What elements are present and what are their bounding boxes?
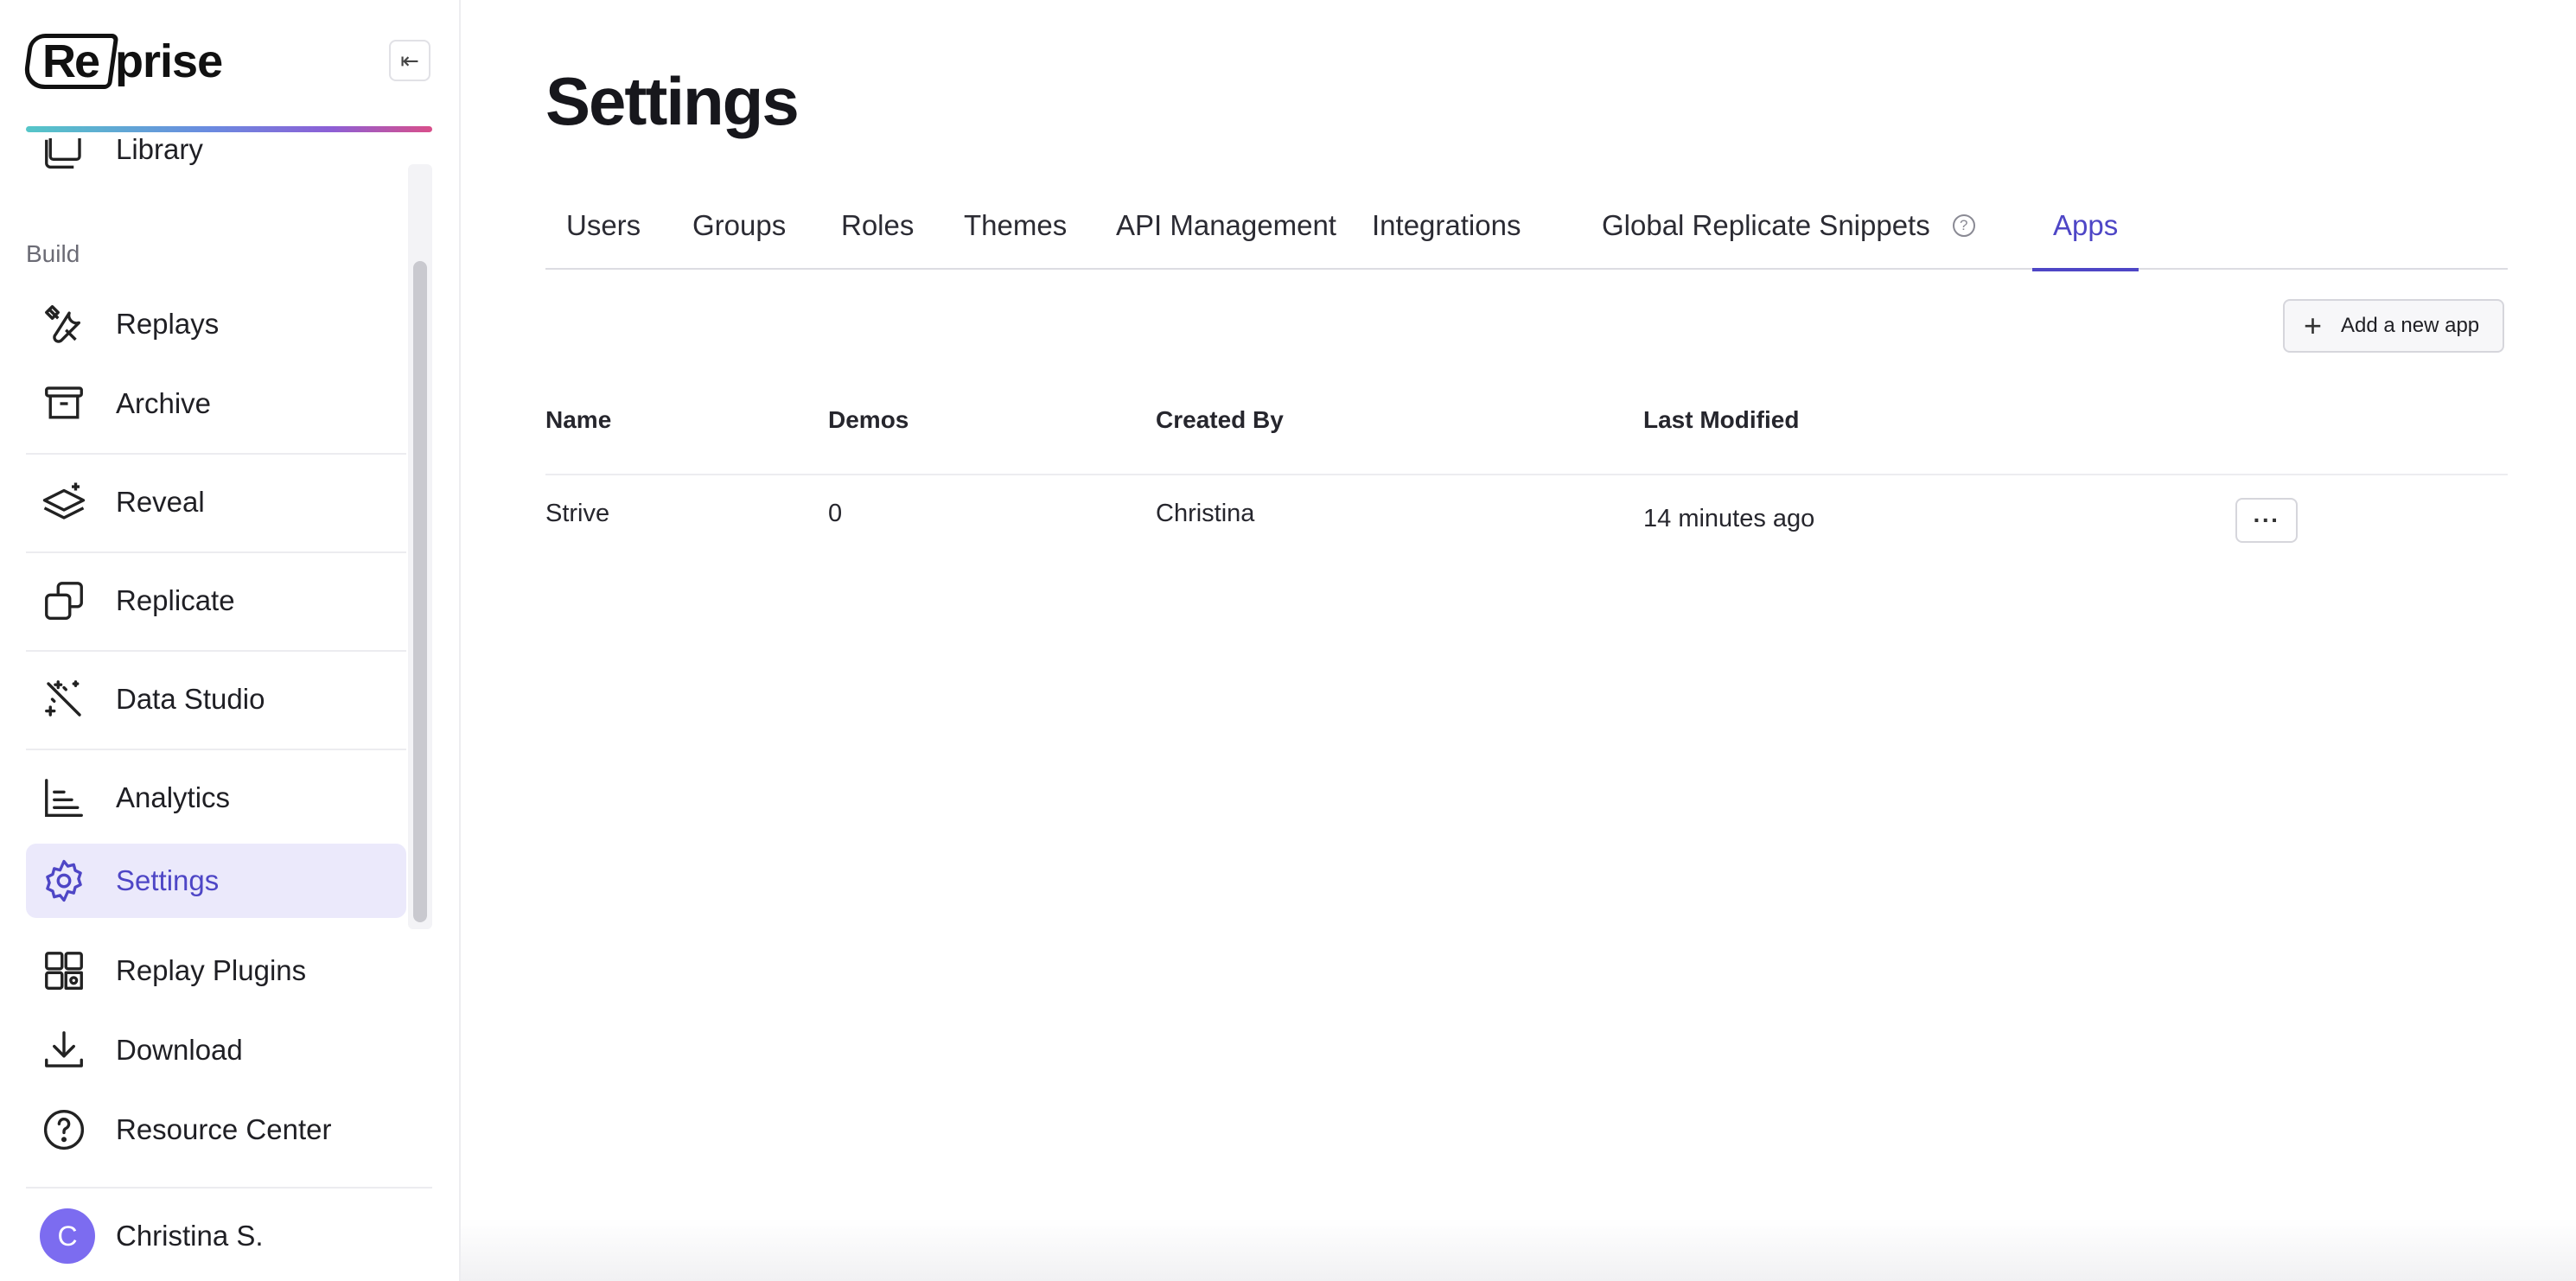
help-circle-icon xyxy=(40,1106,88,1154)
sidebar-item-label: Replays xyxy=(116,308,220,340)
sidebar-item-settings[interactable]: Settings xyxy=(26,844,406,918)
cell-last-modified: 14 minutes ago xyxy=(1643,505,1815,532)
tab-label: Users xyxy=(566,209,641,241)
logo-right-text: prise xyxy=(115,35,223,87)
bottom-shadow xyxy=(461,1219,2576,1281)
copy-icon xyxy=(40,577,88,625)
sidebar: Re prise ⇤ Library Build Replays Archive xyxy=(0,0,461,1281)
tab-label: Themes xyxy=(964,209,1068,241)
archive-icon xyxy=(40,379,88,428)
avatar: C xyxy=(40,1208,95,1264)
sidebar-item-label: Data Studio xyxy=(116,683,265,715)
tab-api-management[interactable]: API Management xyxy=(1116,199,1336,270)
puzzle-icon xyxy=(40,946,88,995)
tab-label: Apps xyxy=(2053,209,2119,241)
tab-groups[interactable]: Groups xyxy=(692,199,786,270)
sidebar-item-analytics[interactable]: Analytics xyxy=(26,761,406,835)
table-header-divider xyxy=(545,474,2508,475)
tab-label: Integrations xyxy=(1372,209,1521,241)
more-horizontal-icon: ··· xyxy=(2253,507,2280,533)
main-content: Settings Users Groups Roles Themes API M… xyxy=(461,0,2576,1281)
add-new-app-button[interactable]: + Add a new app xyxy=(2283,299,2504,353)
help-icon[interactable]: ? xyxy=(1952,214,1975,237)
sidebar-item-resource-center[interactable]: Resource Center xyxy=(26,1093,406,1167)
sidebar-scrollbar[interactable] xyxy=(408,164,432,929)
tab-themes[interactable]: Themes xyxy=(964,199,1067,270)
logo-left-text: Re xyxy=(42,35,99,87)
column-header-created-by[interactable]: Created By xyxy=(1156,406,1284,434)
sidebar-divider xyxy=(26,1187,432,1189)
brand-gradient-bar xyxy=(26,126,432,132)
logo-mark: Re xyxy=(22,34,119,89)
sidebar-item-replicate[interactable]: Replicate xyxy=(26,564,406,638)
sidebar-item-download[interactable]: Download xyxy=(26,1013,406,1087)
user-profile[interactable]: C Christina S. xyxy=(26,1201,432,1271)
library-icon xyxy=(40,138,88,174)
sidebar-item-label: Library xyxy=(116,138,203,165)
sidebar-item-label: Replicate xyxy=(116,584,235,616)
sidebar-item-archive[interactable]: Archive xyxy=(26,366,406,441)
collapse-sidebar-button[interactable]: ⇤ xyxy=(389,40,430,81)
cell-demos: 0 xyxy=(828,500,843,527)
tab-label: API Management xyxy=(1116,209,1336,241)
settings-tabs: Users Groups Roles Themes API Management… xyxy=(545,199,2508,271)
add-new-app-label: Add a new app xyxy=(2341,314,2480,337)
sidebar-nav: Library Build Replays Archive Reveal Rep… xyxy=(26,138,432,929)
sidebar-item-reveal[interactable]: Reveal xyxy=(26,465,406,539)
collapse-icon: ⇤ xyxy=(400,47,419,73)
sidebar-divider xyxy=(26,551,406,553)
tools-icon xyxy=(40,300,88,348)
layers-sparkle-icon xyxy=(40,478,88,526)
tab-label: Groups xyxy=(692,209,787,241)
chart-icon xyxy=(40,774,88,822)
page-title: Settings xyxy=(545,63,800,139)
tab-apps[interactable]: Apps xyxy=(2031,199,2139,271)
section-label-build: Build xyxy=(26,240,80,267)
user-name: Christina S. xyxy=(116,1220,264,1252)
reprise-logo[interactable]: Re prise xyxy=(22,31,223,92)
gear-icon xyxy=(40,857,88,905)
sidebar-scrollbar-thumb[interactable] xyxy=(413,261,427,922)
sidebar-item-replays[interactable]: Replays xyxy=(26,287,406,361)
tab-roles[interactable]: Roles xyxy=(841,199,914,270)
sidebar-item-label: Settings xyxy=(116,864,220,896)
tab-label: Roles xyxy=(841,209,915,241)
column-header-last-modified[interactable]: Last Modified xyxy=(1643,406,1799,434)
sidebar-item-data-studio[interactable]: Data Studio xyxy=(26,662,406,736)
plus-icon: + xyxy=(2304,308,2323,343)
tab-label: Global Replicate Snippets xyxy=(1602,209,1930,241)
sidebar-item-library[interactable]: Library xyxy=(26,138,406,187)
column-header-demos[interactable]: Demos xyxy=(828,406,909,434)
tab-integrations[interactable]: Integrations xyxy=(1372,199,1521,270)
download-icon xyxy=(40,1026,88,1074)
sidebar-item-label: Analytics xyxy=(116,781,231,813)
sidebar-item-label: Replay Plugins xyxy=(116,954,307,986)
sidebar-item-label: Reveal xyxy=(116,486,205,518)
cell-created-by: Christina xyxy=(1156,500,1255,527)
sidebar-divider xyxy=(26,749,406,750)
sidebar-divider xyxy=(26,453,406,455)
sidebar-item-label: Download xyxy=(116,1034,243,1066)
tab-users[interactable]: Users xyxy=(566,199,641,270)
tab-global-replicate-snippets[interactable]: Global Replicate Snippets ? xyxy=(1602,199,1975,270)
sidebar-item-label: Archive xyxy=(116,387,212,419)
cell-name[interactable]: Strive xyxy=(545,500,609,528)
row-more-actions-button[interactable]: ··· xyxy=(2235,498,2298,543)
sidebar-divider xyxy=(26,650,406,652)
sidebar-item-label: Resource Center xyxy=(116,1113,332,1145)
magic-wand-icon xyxy=(40,675,88,723)
sidebar-item-replay-plugins[interactable]: Replay Plugins xyxy=(26,934,406,1008)
column-header-name[interactable]: Name xyxy=(545,406,611,434)
